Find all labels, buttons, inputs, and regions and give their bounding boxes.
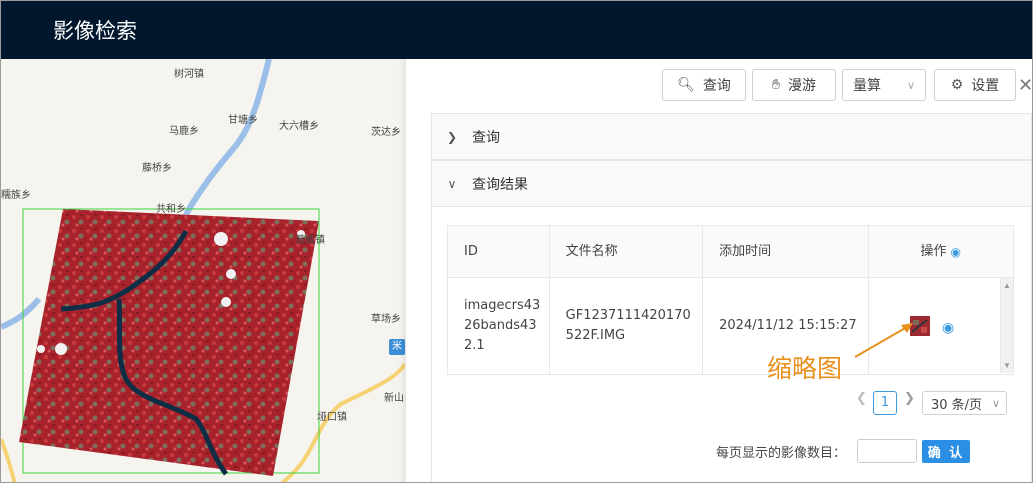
measure-dropdown[interactable]: 量算 ∨: [842, 69, 926, 101]
place-label: 垭口镇: [317, 412, 347, 423]
place-label: 藤桥乡: [142, 163, 172, 174]
chevron-right-icon: ❯: [446, 129, 458, 144]
prev-page-icon[interactable]: ❮: [856, 391, 867, 406]
results-section-header[interactable]: ∨ 查询结果: [431, 160, 1032, 207]
gear-icon: ⚙: [950, 77, 964, 93]
place-label: 糯族乡: [1, 190, 31, 201]
column-header-actions: 操作 ◉: [869, 226, 1013, 277]
table-header-row: ID 文件名称 添加时间 操作 ◉: [448, 226, 1013, 278]
scroll-down-icon[interactable]: ▼: [1003, 361, 1011, 370]
next-page-icon[interactable]: ❯: [904, 391, 915, 406]
map-view[interactable]: 树河镇 甘塘乡 大六槽乡 马鹿乡 茨达乡 藤桥乡 共和乡 普威镇 糯族乡 草场乡…: [1, 59, 405, 482]
satellite-image-overlay: [19, 209, 319, 476]
road-line: [280, 362, 405, 482]
hand-icon: ✋︎: [772, 77, 780, 93]
preview-eye-icon[interactable]: ◉: [942, 319, 954, 336]
roam-button[interactable]: ✋︎ 漫游: [752, 69, 836, 101]
page-size-select[interactable]: 30 条/页 ∨: [922, 391, 1007, 415]
query-section-header[interactable]: ❯ 查询: [431, 113, 1032, 160]
place-label: 马鹿乡: [169, 126, 199, 137]
place-label: 甘塘乡: [228, 115, 258, 126]
confirm-button[interactable]: 确 认: [922, 440, 970, 463]
column-header-added-time: 添加时间: [703, 226, 869, 277]
per-page-input[interactable]: [857, 439, 917, 463]
page-number-current[interactable]: 1: [873, 391, 897, 415]
column-header-filename: 文件名称: [550, 226, 704, 277]
query-button[interactable]: 🔍︎ 查询: [662, 69, 746, 101]
cell-id: imagecrs4326bands432.1: [448, 278, 550, 374]
search-panel: 🔍︎ 查询 ✋︎ 漫游 量算 ∨ ⚙ 设置 ✕ ❯ 查询 ∨ 查询结果 ID 文…: [405, 59, 1032, 482]
place-label: 树河镇: [174, 69, 204, 80]
roam-button-label: 漫游: [787, 78, 816, 94]
results-section-label: 查询结果: [472, 176, 528, 193]
chevron-down-icon: ∨: [991, 396, 1000, 410]
eye-icon[interactable]: ◉: [951, 242, 961, 262]
chevron-down-icon: ∨: [906, 78, 915, 92]
road-line-west: [1, 438, 17, 482]
measure-dropdown-label: 量算: [853, 78, 881, 94]
column-header-id: ID: [448, 226, 550, 277]
page-size-value: 30 条/页: [931, 397, 983, 413]
annotation-arrow-icon: [854, 323, 913, 358]
query-button-label: 查询: [702, 78, 731, 94]
per-page-label: 每页显示的影像数目：: [716, 446, 847, 461]
app-window: 影像检索 树河镇 甘塘乡 大六槽乡 马鹿乡 茨达乡 藤桥乡 共和乡 普威镇 糯族…: [0, 0, 1033, 483]
search-icon: 🔍︎: [677, 77, 695, 93]
chevron-down-icon: ∨: [447, 176, 457, 191]
place-label: 共和乡: [156, 204, 186, 215]
river-line: [174, 59, 272, 242]
river-line-west: [1, 297, 42, 330]
close-icon[interactable]: ✕: [1018, 75, 1032, 96]
place-label: 新山: [384, 393, 404, 404]
map-marker-badge[interactable]: 米: [389, 339, 405, 355]
place-label: 大六槽乡: [279, 121, 319, 132]
scroll-up-icon[interactable]: ▲: [1003, 281, 1011, 290]
thumbnail-annotation: 缩略图: [767, 354, 843, 383]
cell-filename: GF1237111420170522F.IMG: [550, 278, 704, 374]
place-label: 茨达乡: [371, 127, 401, 138]
place-label: 普威镇: [295, 235, 325, 246]
place-label: 草场乡: [371, 314, 401, 325]
settings-button[interactable]: ⚙ 设置: [934, 69, 1016, 101]
query-section-label: 查询: [472, 129, 500, 146]
results-table: ID 文件名称 添加时间 操作 ◉ imagecrs4326bands432.1…: [447, 225, 1014, 375]
settings-button-label: 设置: [971, 78, 1000, 94]
app-header: 影像检索: [1, 1, 1032, 59]
table-scrollbar[interactable]: ▲ ▼: [1000, 278, 1013, 373]
actions-header-label: 操作: [920, 243, 947, 259]
app-title: 影像检索: [53, 19, 137, 43]
